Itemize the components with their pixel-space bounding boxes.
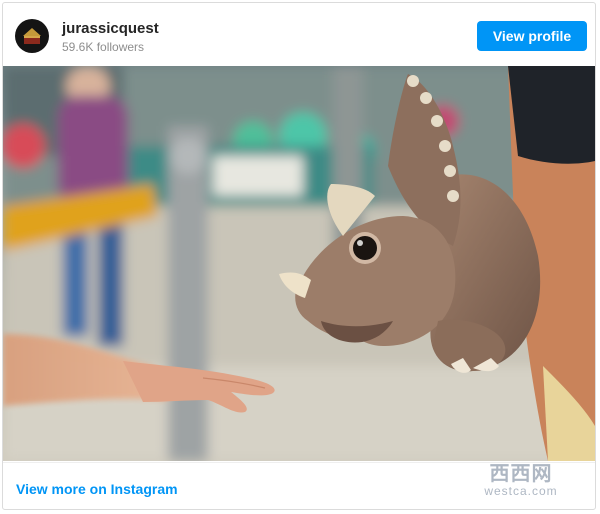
instagram-embed-card: jurassicquest 59.6K followers View profi… (2, 2, 596, 510)
view-more-on-instagram-link[interactable]: View more on Instagram (16, 481, 178, 497)
post-footer: View more on Instagram 西西网 westca.com (3, 462, 595, 509)
avatar-logo-icon (23, 28, 41, 36)
post-header: jurassicquest 59.6K followers View profi… (3, 3, 595, 65)
post-image[interactable] (3, 66, 595, 461)
watermark-cn-text: 西西网 (489, 461, 553, 485)
avatar-logo-base (24, 36, 40, 44)
followers-count: 59.6K followers (62, 40, 145, 54)
watermark-en-text: westca.com (484, 484, 558, 498)
dinosaur-photo-icon (3, 66, 595, 461)
username[interactable]: jurassicquest (62, 20, 159, 37)
avatar[interactable] (15, 19, 49, 53)
view-profile-button[interactable]: View profile (477, 21, 587, 51)
watermark: 西西网 westca.com (469, 463, 573, 499)
